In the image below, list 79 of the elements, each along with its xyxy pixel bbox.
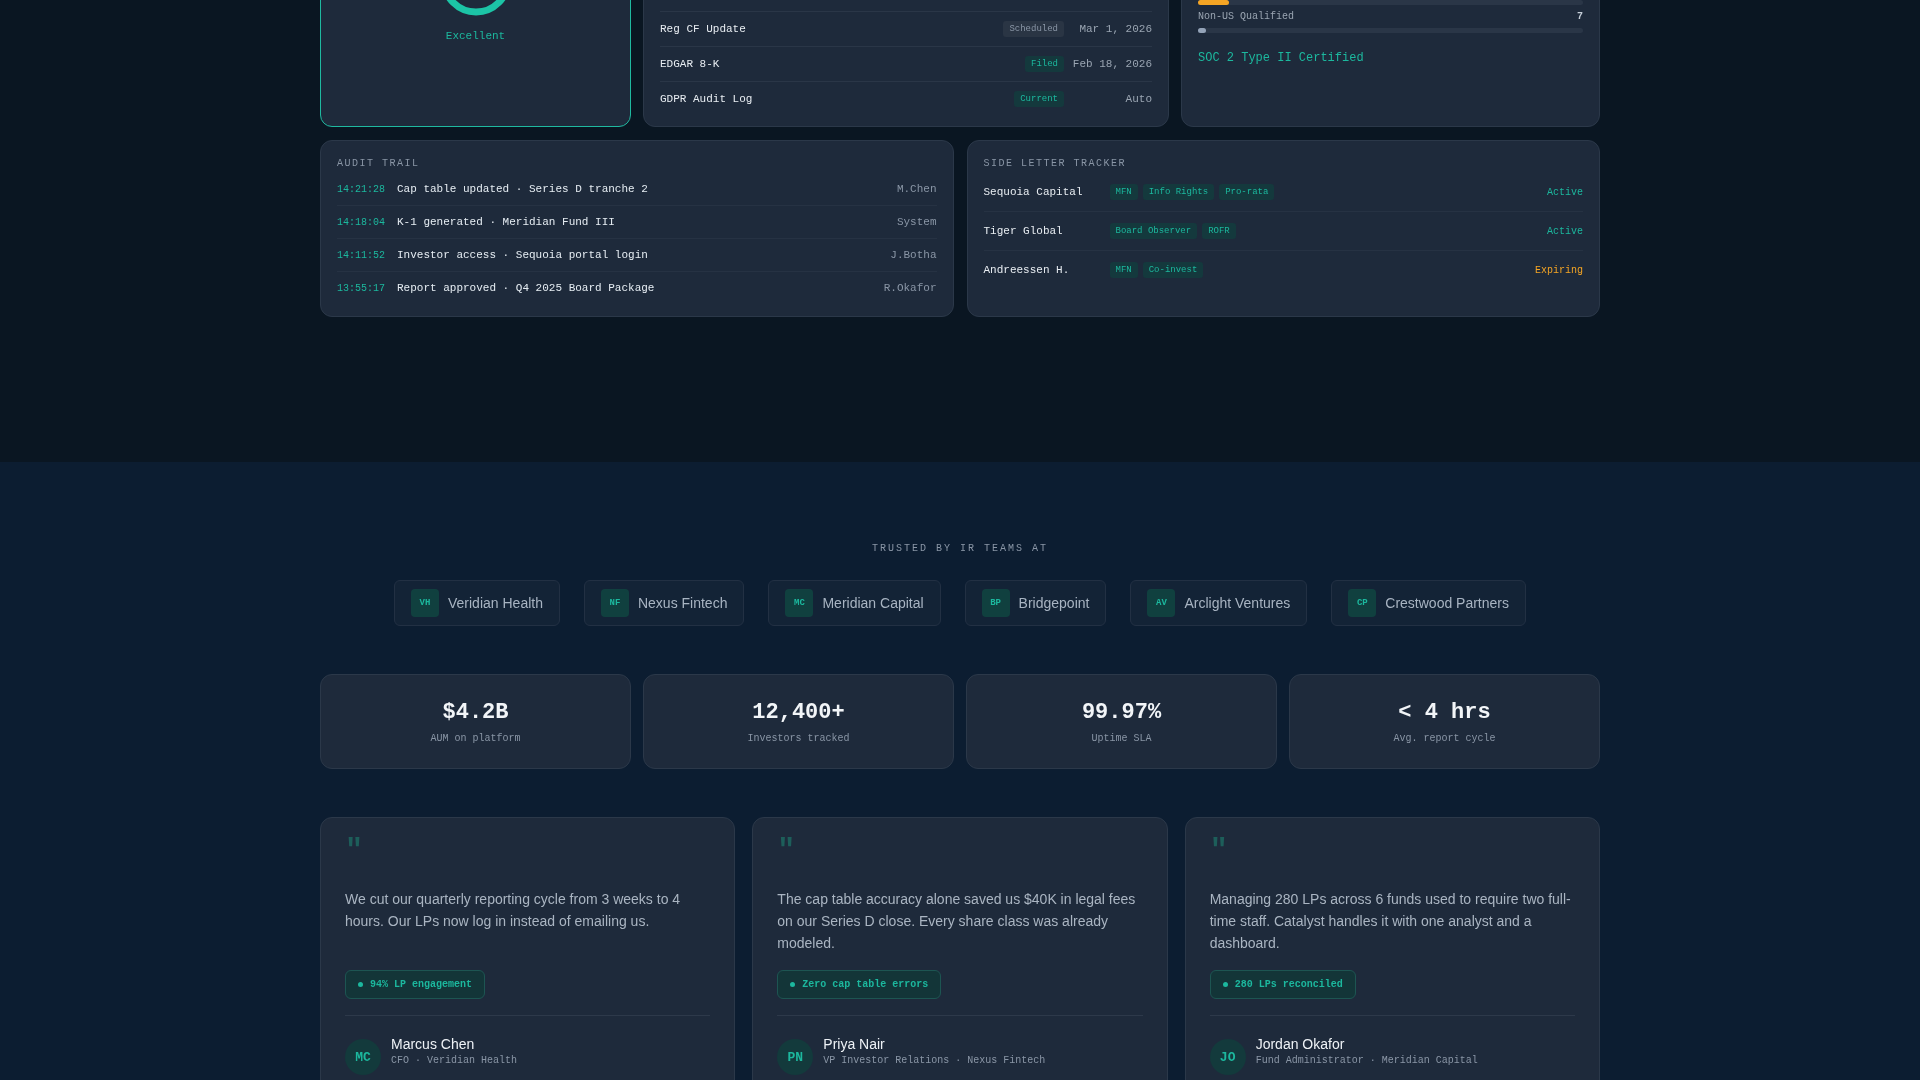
filing-date: Auto — [1124, 93, 1152, 105]
bar-count: 7 — [1577, 11, 1583, 22]
status-text: Expiring — [1535, 264, 1583, 276]
log-time: 13:55:17 — [337, 282, 386, 294]
stat-value: < 4 hrs — [1398, 699, 1491, 725]
company-name: Bridgepoint — [1018, 595, 1090, 611]
card-title: AUDIT TRAIL — [337, 158, 421, 169]
stat-value: 99.97% — [1081, 699, 1162, 725]
company-name: Nexus Fintech — [637, 595, 728, 611]
quote-mark: " — [777, 836, 797, 866]
company-name: Crestwood Partners — [1385, 595, 1509, 611]
status-badge: Scheduled — [1003, 21, 1064, 37]
avatar-initials: MC — [345, 1039, 381, 1075]
initials-badge: MC — [785, 589, 814, 617]
term-tag: MFN — [1109, 184, 1138, 200]
log-event: Report approved · Q4 2025 Board Package — [397, 282, 656, 294]
initials-badge: AV — [1147, 589, 1176, 617]
stat-label: Avg. report cycle — [1393, 732, 1496, 744]
avatar-initials: JO — [1209, 1039, 1246, 1075]
log-user: M.Chen — [896, 183, 937, 195]
log-time: 14:21:28 — [337, 183, 386, 195]
stat-label: Uptime SLA — [1091, 732, 1152, 744]
log-event: K-1 generated · Meridian Fund III — [397, 216, 616, 228]
term-tag: Co-invest — [1142, 262, 1204, 278]
avatar-initials: PN — [777, 1039, 814, 1075]
filing-name: EDGAR 8-K — [660, 58, 721, 70]
log-time: 14:11:52 — [337, 249, 386, 261]
section-label: TRUSTED BY IR TEAMS AT — [871, 542, 1049, 554]
author-role: CFO · Veridian Health — [391, 1055, 518, 1066]
company-name: Meridian Capital — [822, 595, 924, 611]
quote-text: We cut our quarterly reporting cycle from 3 weeks to 4 hours. Our LPs now log in instead of emailing us. — [345, 890, 682, 931]
author-name: Marcus Chen — [391, 1036, 476, 1052]
initials-badge: BP — [981, 589, 1010, 617]
stat-label: AUM on platform — [430, 732, 521, 744]
quote-text: Managing 280 LPs across 6 funds used to require two full-time staff. Catalyst handles it with one analyst and a dashboard. — [1209, 890, 1572, 953]
investor-name: Andreessen H. — [983, 264, 1071, 276]
quote-mark: " — [345, 836, 364, 866]
log-time: 14:18:04 — [337, 216, 386, 228]
log-event: Cap table updated · Series D tranche 2 — [397, 183, 649, 195]
author-role: Fund Administrator · Meridian Capital — [1255, 1055, 1478, 1066]
term-tag: Pro-rata — [1219, 184, 1275, 200]
log-user: J.Botha — [890, 249, 937, 261]
stat-label: Investors tracked — [747, 732, 850, 744]
certification-text: SOC 2 Type II Certified — [1198, 51, 1365, 65]
author-name: Priya Nair — [823, 1036, 886, 1052]
author-name: Jordan Okafor — [1255, 1036, 1346, 1052]
author-role: VP Investor Relations · Nexus Fintech — [823, 1055, 1046, 1066]
status-text: Active — [1547, 225, 1583, 237]
metric-chip: 280 LPs reconciled — [1209, 970, 1356, 999]
company-name: Veridian Health — [448, 595, 543, 611]
term-tag: Info Rights — [1142, 184, 1215, 200]
log-user: R.Okafor — [883, 282, 937, 294]
log-user: System — [896, 216, 937, 228]
filing-date: Mar 1, 2026 — [1078, 23, 1152, 35]
status-text: Active — [1547, 186, 1583, 198]
filing-date: Feb 18, 2026 — [1071, 58, 1152, 70]
log-event: Investor access · Sequoia portal login — [397, 249, 649, 261]
card-title: SIDE LETTER TRACKER — [983, 158, 1128, 169]
stat-value: $4.2B — [442, 699, 509, 725]
initials-badge: NF — [600, 589, 629, 617]
term-tag: MFN — [1109, 262, 1138, 278]
quote-text: The cap table accuracy alone saved us $40K in legal fees on our Series D close. Every share class was already modeled. — [777, 890, 1137, 953]
stat-value: 12,400+ — [752, 699, 845, 725]
term-tag: ROFR — [1202, 223, 1236, 239]
filing-name: GDPR Audit Log — [660, 93, 754, 105]
investor-name: Sequoia Capital — [983, 186, 1084, 198]
company-name: Arclight Ventures — [1184, 595, 1291, 611]
term-tag: Board Observer — [1109, 223, 1198, 239]
metric-chip: Zero cap table errors — [777, 970, 942, 999]
quote-mark: " — [1209, 836, 1229, 866]
score-rating: Excellent — [445, 30, 506, 42]
bar-label: Non-US Qualified — [1198, 11, 1294, 22]
initials-badge: VH — [411, 589, 439, 617]
investor-name: Tiger Global — [983, 225, 1064, 237]
initials-badge: CP — [1348, 589, 1377, 617]
status-badge: Current — [1014, 91, 1064, 107]
status-badge: Filed — [1025, 56, 1064, 72]
metric-chip: 94% LP engagement — [345, 970, 486, 999]
filing-name: Reg CF Update — [660, 23, 747, 35]
